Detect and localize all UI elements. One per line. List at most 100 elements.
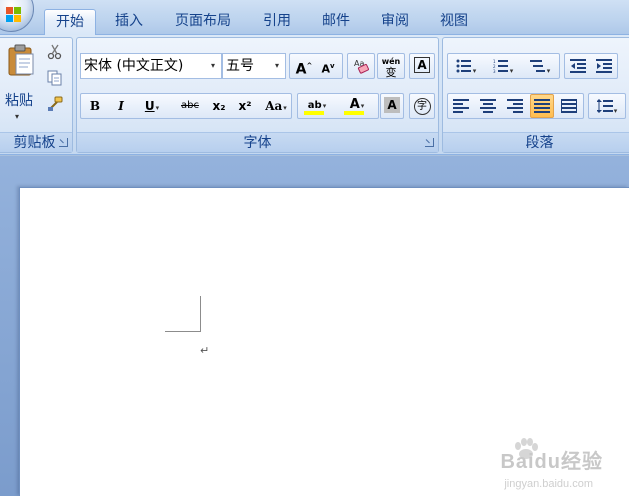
eraser-icon: Aa xyxy=(354,59,369,74)
chevron-down-icon[interactable]: ▾ xyxy=(271,54,283,78)
highlight-button[interactable]: ab▾ xyxy=(300,94,334,118)
list-strip: ▾ 1 2 3 ▾ ▾ xyxy=(447,53,560,79)
tab-view[interactable]: 视图 xyxy=(429,9,479,35)
increase-indent-button[interactable] xyxy=(592,54,616,78)
align-left-button[interactable] xyxy=(449,94,473,118)
justify-button[interactable] xyxy=(530,94,554,118)
line-spacing-icon xyxy=(595,99,613,113)
bullet-list-icon xyxy=(456,59,471,73)
change-case-button[interactable]: Aa▾ xyxy=(259,94,293,118)
numbering-button[interactable]: 1 2 3 ▾ xyxy=(486,54,520,78)
font-format-strip: B I U▾ abc x₂ x² Aa▾ xyxy=(80,93,292,119)
char-shading-button[interactable]: A xyxy=(380,93,404,119)
numbered-list-icon: 1 2 3 xyxy=(493,59,508,74)
decrease-indent-button[interactable] xyxy=(566,54,590,78)
font-size-buttons: A^ Av xyxy=(289,53,343,79)
office-button[interactable] xyxy=(0,0,34,32)
enclose-char-button[interactable]: 字 xyxy=(409,93,435,119)
tab-mailings[interactable]: 邮件 xyxy=(311,9,361,35)
phonetic-guide-button[interactable]: wén 变 xyxy=(377,53,405,79)
line-spacing-button[interactable]: ▾ xyxy=(590,94,624,118)
paragraph-group: ▾ 1 2 3 ▾ ▾ ▾ 段落 xyxy=(442,37,629,153)
tab-home[interactable]: 开始 xyxy=(44,9,96,35)
font-size-value: 五号 xyxy=(226,58,254,74)
chevron-down-icon[interactable]: ▾ xyxy=(614,107,618,115)
chevron-down-icon[interactable]: ▾ xyxy=(207,54,219,78)
char-border-label: A xyxy=(414,57,430,73)
bullets-button[interactable]: ▾ xyxy=(449,54,483,78)
justify-icon xyxy=(534,99,550,113)
bold-button[interactable]: B xyxy=(83,94,107,118)
font-launcher-icon[interactable] xyxy=(425,138,434,147)
watermark-brand: Baidu经验 xyxy=(500,451,603,473)
phonetic-char: 变 xyxy=(385,66,397,79)
tab-references[interactable]: 引用 xyxy=(252,9,302,35)
highlight-color-bar xyxy=(304,111,324,115)
chevron-down-icon[interactable]: ▾ xyxy=(283,103,287,112)
chevron-down-icon[interactable]: ▾ xyxy=(547,67,551,75)
office-logo-icon xyxy=(6,7,21,22)
align-right-icon xyxy=(507,99,523,113)
align-right-button[interactable] xyxy=(503,94,527,118)
alignment-strip xyxy=(447,93,584,119)
italic-button[interactable]: I xyxy=(109,94,133,118)
font-group-label: 字体 xyxy=(77,132,438,152)
font-color-bar xyxy=(344,111,364,115)
font-group: 宋体 (中文正文) ▾ 五号 ▾ A^ Av Aa wén 变 A B I U▾ xyxy=(76,37,439,153)
multilevel-list-icon xyxy=(529,60,545,72)
document-page[interactable]: ↵ Baidu经验 jingyan.baidu.com xyxy=(19,187,629,496)
ribbon-tab-strip: 开始 插入 页面布局 引用 邮件 审阅 视图 xyxy=(0,0,629,35)
tab-review[interactable]: 审阅 xyxy=(370,9,420,35)
font-name-value: 宋体 (中文正文) xyxy=(84,58,184,74)
distributed-button[interactable] xyxy=(557,94,581,118)
multilevel-list-button[interactable]: ▾ xyxy=(523,54,557,78)
distributed-icon xyxy=(561,99,577,113)
paragraph-mark: ↵ xyxy=(200,344,210,357)
clipboard-group: 粘贴 ▾ 剪贴板 xyxy=(0,37,73,153)
indent-strip xyxy=(564,53,618,79)
scissors-icon[interactable] xyxy=(47,44,63,60)
font-color-button[interactable]: A▾ xyxy=(340,94,374,118)
font-name-combo[interactable]: 宋体 (中文正文) ▾ xyxy=(80,53,222,79)
watermark-url: jingyan.baidu.com xyxy=(504,478,593,490)
paste-label: 粘贴 xyxy=(5,93,33,109)
grow-font-button[interactable]: A^ xyxy=(292,54,316,78)
align-left-icon xyxy=(453,99,469,113)
shrink-font-button[interactable]: Av xyxy=(316,54,340,78)
subscript-button[interactable]: x₂ xyxy=(207,94,231,118)
align-center-icon xyxy=(480,99,496,113)
underline-label: U xyxy=(144,99,155,113)
chevron-down-icon[interactable]: ▾ xyxy=(156,104,160,112)
svg-text:3: 3 xyxy=(493,69,496,73)
brush-icon[interactable] xyxy=(47,96,63,112)
font-size-combo[interactable]: 五号 ▾ xyxy=(222,53,286,79)
clipboard-launcher-icon[interactable] xyxy=(59,138,68,147)
chevron-down-icon[interactable]: ▾ xyxy=(510,67,514,75)
char-border-button[interactable]: A xyxy=(409,53,435,79)
chevron-down-icon[interactable]: ▾ xyxy=(473,67,477,75)
paste-dropdown-icon: ▾ xyxy=(15,112,20,121)
paste-button[interactable]: 粘贴 ▾ xyxy=(1,42,37,128)
tab-insert[interactable]: 插入 xyxy=(104,9,154,35)
strikethrough-label: abc xyxy=(181,100,199,111)
chevron-down-icon[interactable]: ▾ xyxy=(361,102,365,110)
char-shading-label: A xyxy=(384,97,400,113)
strikethrough-button[interactable]: abc xyxy=(173,94,207,118)
line-spacing-strip: ▾ xyxy=(588,93,626,119)
margin-corner-mark xyxy=(200,296,201,332)
enclose-char-label: 字 xyxy=(413,98,431,115)
align-center-button[interactable] xyxy=(476,94,500,118)
paragraph-group-label: 段落 xyxy=(443,132,629,152)
decrease-indent-icon xyxy=(570,59,586,73)
tab-page-layout[interactable]: 页面布局 xyxy=(163,9,243,35)
change-case-label: Aa xyxy=(265,99,283,113)
color-strip: ab▾ A▾ xyxy=(297,93,379,119)
clipboard-icon xyxy=(8,44,34,76)
chevron-down-icon[interactable]: ▾ xyxy=(323,102,327,110)
ribbon: 粘贴 ▾ 剪贴板 宋体 (中文正文) ▾ 五号 ▾ A^ Av Aa wén 变… xyxy=(0,35,629,155)
superscript-button[interactable]: x² xyxy=(233,94,257,118)
underline-button[interactable]: U▾ xyxy=(135,94,169,118)
clear-format-button[interactable]: Aa xyxy=(347,53,375,79)
copy-icon[interactable] xyxy=(47,70,63,86)
increase-indent-icon xyxy=(596,59,612,73)
